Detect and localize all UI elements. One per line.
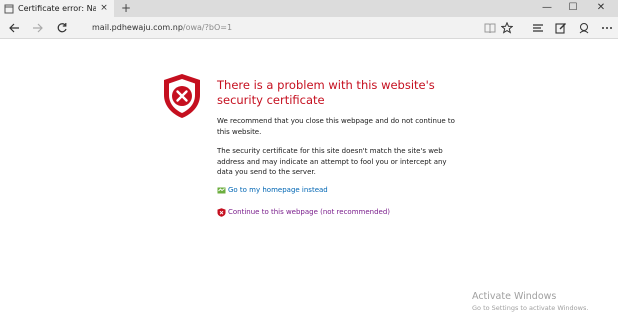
certificate-details-text: The security certificate for this site d… [217, 147, 447, 176]
close-window-button[interactable]: ✕ [594, 1, 608, 15]
tab-close-icon[interactable]: × [100, 4, 108, 13]
tab-title: Certificate error: Navigal [18, 4, 96, 13]
go-to-homepage-link[interactable]: Go to my homepage instead [217, 184, 328, 196]
activate-windows-subtitle: Go to Settings to activate Windows. [472, 304, 589, 312]
navigation-bar: mail.pdhewaju.com.np/owa/?bO=1 [0, 17, 618, 39]
forward-icon [33, 23, 43, 33]
continue-to-webpage-link[interactable]: Continue to this webpage (not recommende… [217, 206, 390, 218]
back-icon [9, 23, 19, 33]
minimize-button[interactable]: — [540, 1, 554, 15]
security-shield-icon [162, 73, 202, 119]
url-path: /owa/?bO=1 [182, 23, 233, 32]
new-tab-button[interactable]: + [120, 2, 132, 14]
warning-shield-icon [217, 207, 226, 217]
web-note-icon [555, 23, 566, 34]
error-title: There is a problem with this website's s… [217, 78, 435, 107]
back-button[interactable] [6, 20, 22, 36]
favorite-button[interactable] [499, 20, 515, 36]
reading-view-button[interactable] [482, 20, 498, 36]
tab-certificate-error[interactable]: Certificate error: Navigal × [0, 0, 114, 17]
url-host: mail.pdhewaju.com.np [92, 23, 183, 32]
hub-button[interactable] [530, 20, 546, 36]
recommendation-text: We recommend that you close this webpage… [217, 117, 455, 136]
address-bar-input[interactable]: mail.pdhewaju.com.np/owa/?bO=1 [92, 21, 232, 35]
hub-icon [533, 24, 543, 32]
web-note-button[interactable] [553, 20, 569, 36]
home-page-icon [217, 186, 226, 195]
share-button[interactable] [576, 20, 592, 36]
refresh-icon [57, 23, 67, 33]
activate-windows-title: Activate Windows [472, 291, 557, 302]
page-favicon-icon [4, 4, 14, 14]
more-button[interactable] [599, 20, 615, 36]
more-icon [602, 27, 612, 29]
share-icon [579, 23, 589, 34]
forward-button[interactable] [30, 20, 46, 36]
reading-view-icon [484, 23, 496, 34]
continue-link-label: Continue to this webpage (not recommende… [228, 208, 391, 216]
refresh-button[interactable] [54, 20, 70, 36]
favorite-star-icon [501, 22, 513, 34]
tab-strip: Certificate error: Navigal × + — ☐ ✕ [0, 0, 618, 17]
maximize-button[interactable]: ☐ [566, 1, 580, 15]
home-link-label: Go to my homepage instead [228, 186, 328, 194]
activate-windows-watermark: Activate Windows Go to Settings to activ… [472, 291, 588, 313]
